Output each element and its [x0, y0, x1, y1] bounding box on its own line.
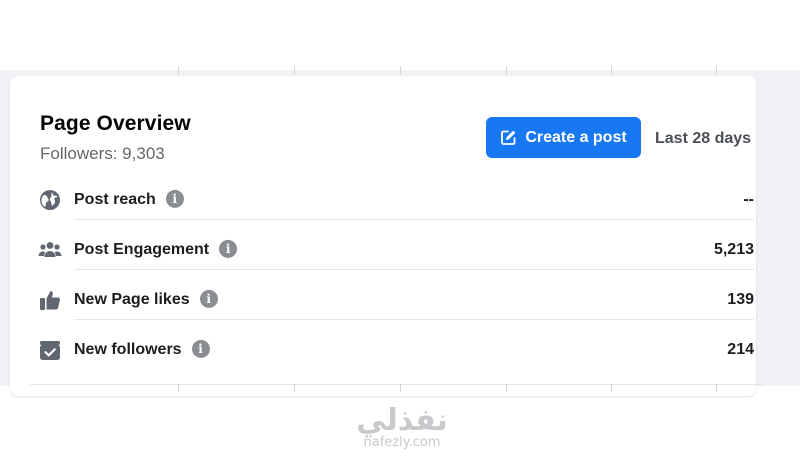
info-icon[interactable]: i	[219, 239, 238, 258]
grid-tick	[178, 384, 179, 392]
create-post-button[interactable]: Create a post	[486, 117, 641, 158]
grid-tick	[294, 384, 295, 392]
grid-tick	[400, 66, 401, 74]
row-divider	[74, 219, 754, 220]
metric-row-new-page-likes: New Page likes i 139	[38, 280, 754, 320]
info-icon[interactable]: i	[165, 189, 184, 208]
create-post-label: Create a post	[525, 128, 627, 146]
row-divider	[74, 319, 754, 320]
page-overview-card: Page Overview Followers: 9,303 Create a …	[10, 76, 756, 396]
metric-label: Post Engagement i	[74, 239, 238, 259]
watermark-url: nafezly.com	[363, 435, 441, 450]
grid-tick	[178, 66, 179, 74]
card-bottom-border	[30, 384, 764, 385]
grid-tick	[611, 66, 612, 74]
grid-tick	[506, 66, 507, 74]
grid-tick	[400, 384, 401, 392]
metric-value: --	[743, 191, 754, 208]
metric-label: Post reach i	[74, 189, 184, 209]
watermark-logo: نفذلي	[356, 403, 448, 438]
grid-tick	[716, 384, 717, 392]
metric-row-new-followers: New followers i 214	[38, 330, 754, 370]
info-icon[interactable]: i	[191, 339, 210, 358]
date-range-selector[interactable]: Last 28 days	[655, 130, 751, 148]
row-divider	[74, 269, 754, 270]
metric-label: New followers i	[74, 339, 210, 359]
metric-row-post-engagement: Post Engagement i 5,213	[38, 230, 754, 270]
grid-tick	[506, 384, 507, 392]
thumbs-up-icon	[38, 288, 62, 312]
metric-value: 139	[727, 291, 754, 308]
metric-value: 5,213	[713, 241, 754, 258]
grid-tick	[716, 66, 717, 74]
grid-tick	[294, 66, 295, 74]
edit-icon	[500, 129, 517, 146]
metric-row-post-reach: Post reach i --	[38, 180, 754, 220]
grid-tick	[611, 384, 612, 392]
people-icon	[38, 238, 62, 262]
globe-icon	[38, 188, 62, 212]
watermark: نفذلي nafezly.com	[354, 404, 450, 450]
page-title: Page Overview	[40, 112, 191, 135]
metric-value: 214	[727, 341, 754, 358]
info-icon[interactable]: i	[199, 289, 218, 308]
followers-count: Followers: 9,303	[40, 144, 165, 163]
metric-label: New Page likes i	[74, 289, 218, 309]
follow-check-icon	[38, 338, 62, 362]
